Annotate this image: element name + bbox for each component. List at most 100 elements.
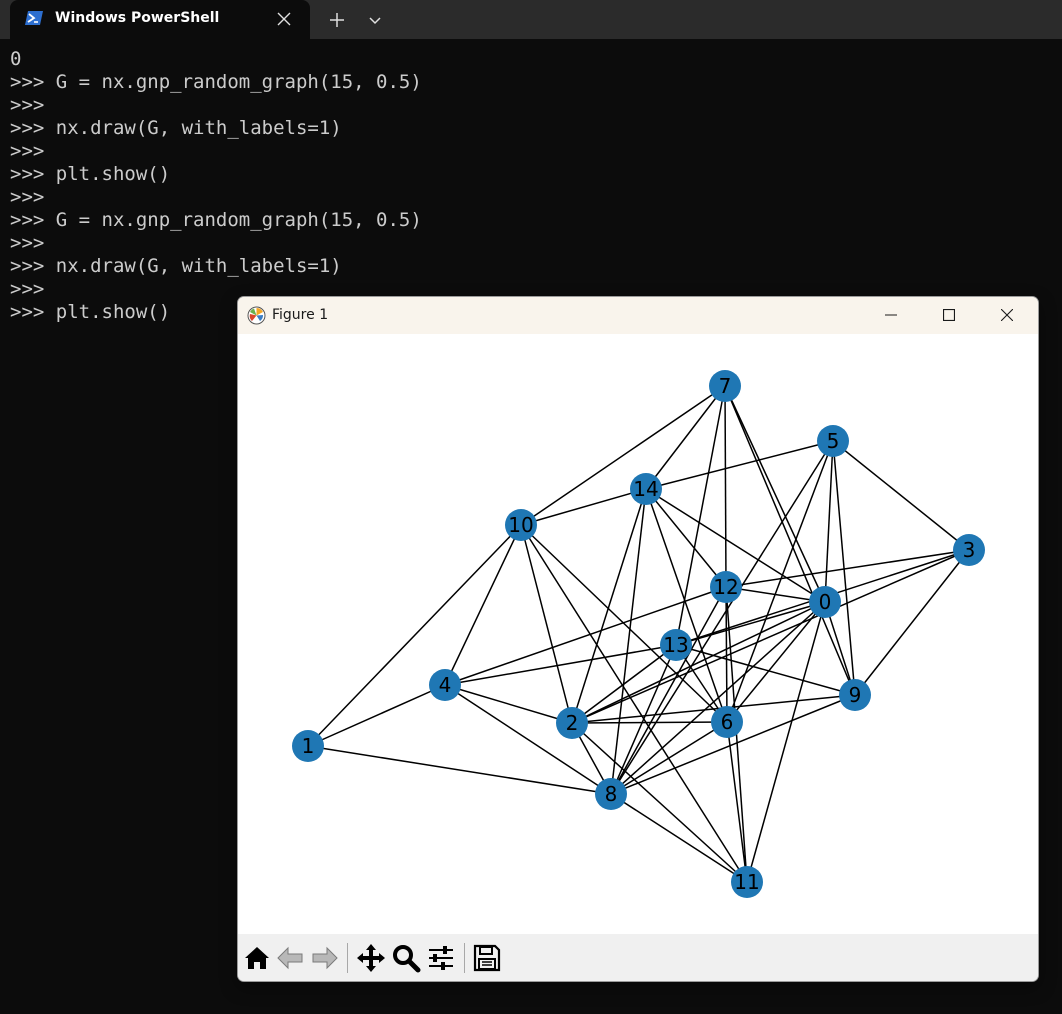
minimize-icon: [885, 314, 897, 316]
graph-edge-5-6: [726, 440, 834, 723]
graph-node-label: 7: [719, 374, 732, 398]
tab-title: Windows PowerShell: [55, 10, 220, 26]
toolbar-separator: [347, 943, 348, 973]
graph-node-label: 5: [827, 429, 840, 453]
graph-edge-13-9: [675, 644, 856, 696]
back-arrow-icon[interactable]: [275, 942, 307, 974]
terminal-line: >>> nx.draw(G, with_labels=1): [10, 117, 342, 139]
figure-window: Figure 1 0 1 2 3 4 5 6 7 8 9 10 11 12 13 14: [238, 297, 1038, 981]
graph-node-0: 0: [809, 586, 841, 618]
graph-edge-3-12: [725, 549, 970, 588]
graph-edge-14-12: [645, 488, 727, 588]
graph-node-8: 8: [595, 778, 627, 810]
graph-node-label: 4: [439, 673, 452, 697]
graph-edge-7-13: [675, 385, 726, 646]
close-button[interactable]: [984, 297, 1030, 334]
pan-icon[interactable]: [355, 942, 387, 974]
terminal-line: 0: [10, 48, 22, 70]
graph-node-label: 6: [721, 710, 734, 734]
graph-node-7: 7: [709, 370, 741, 402]
terminal-output[interactable]: 0 >>> G = nx.gnp_random_graph(15, 0.5) >…: [10, 48, 422, 324]
graph-node-label: 10: [508, 513, 533, 537]
graph-edge-5-0: [824, 440, 834, 603]
graph-node-label: 11: [734, 870, 759, 894]
graph-edge-2-6: [571, 721, 728, 724]
graph-edge-14-2: [571, 488, 647, 724]
graph-node-13: 13: [660, 629, 692, 661]
graph-node-4: 4: [429, 669, 461, 701]
graph-edge-10-1: [307, 524, 522, 747]
figure-title: Figure 1: [272, 307, 329, 323]
graph-edge-7-10: [520, 385, 726, 526]
graph-edge-0-2: [571, 601, 826, 724]
graph-node-label: 12: [713, 575, 738, 599]
terminal-line: >>>: [10, 94, 45, 116]
graph-edge-0-11: [746, 601, 826, 883]
terminal-line: >>> G = nx.gnp_random_graph(15, 0.5): [10, 209, 422, 231]
terminal-line: >>>: [10, 232, 45, 254]
graph-edge-1-8: [307, 745, 612, 795]
graph-edge-14-8: [610, 488, 647, 795]
graph-node-label: 0: [819, 590, 832, 614]
graph-node-label: 3: [963, 538, 976, 562]
figure-title-bar[interactable]: Figure 1: [238, 297, 1038, 334]
home-icon[interactable]: [241, 942, 273, 974]
graph-edge-10-2: [520, 524, 573, 724]
terminal-tab-bar: Windows PowerShell: [0, 0, 1062, 39]
graph-node-10: 10: [505, 509, 537, 541]
figure-toolbar: [238, 934, 1038, 981]
maximize-button[interactable]: [926, 297, 972, 334]
graph-node-label: 14: [633, 477, 658, 501]
graph-edge-14-10: [520, 488, 647, 526]
terminal-line: >>> G = nx.gnp_random_graph(15, 0.5): [10, 71, 422, 93]
graph-edge-5-14: [645, 440, 834, 490]
graph-edge-10-4: [444, 524, 522, 686]
terminal-line: >>> nx.draw(G, with_labels=1): [10, 255, 342, 277]
graph-edge-12-8: [610, 586, 727, 795]
nodes-layer: 01234567891011121314: [292, 370, 985, 898]
minimize-button[interactable]: [868, 297, 914, 334]
configure-subplots-icon[interactable]: [425, 942, 457, 974]
toolbar-separator: [464, 943, 465, 973]
graph-edge-3-2: [571, 549, 970, 724]
graph-edge-4-8: [444, 684, 612, 795]
save-icon[interactable]: [471, 942, 503, 974]
powershell-icon: [24, 10, 44, 26]
graph-node-5: 5: [817, 425, 849, 457]
terminal-line: >>>: [10, 140, 45, 162]
graph-edge-0-13: [675, 601, 826, 646]
graph-node-label: 8: [605, 782, 618, 806]
graph-edge-4-1: [307, 684, 446, 747]
close-icon: [1001, 309, 1013, 321]
close-icon[interactable]: [276, 11, 292, 27]
graph-edge-8-11: [610, 793, 748, 883]
graph-node-14: 14: [630, 473, 662, 505]
graph-edge-7-12: [724, 385, 727, 588]
network-graph: 01234567891011121314: [292, 370, 985, 898]
graph-edge-7-14: [645, 385, 726, 490]
edges-layer: [307, 385, 970, 883]
graph-node-3: 3: [953, 534, 985, 566]
graph-node-1: 1: [292, 730, 324, 762]
graph-edge-6-8: [610, 721, 728, 795]
graph-edge-3-9: [854, 549, 970, 696]
graph-node-11: 11: [731, 866, 763, 898]
tab-windows-powershell[interactable]: Windows PowerShell: [10, 0, 310, 39]
graph-edge-0-6: [726, 601, 826, 723]
terminal-line: >>> plt.show(): [10, 163, 171, 185]
chevron-down-icon[interactable]: [364, 9, 386, 31]
graph-node-2: 2: [556, 707, 588, 739]
graph-node-9: 9: [839, 679, 871, 711]
graph-edge-5-3: [832, 440, 970, 551]
forward-arrow-icon[interactable]: [308, 942, 340, 974]
graph-edge-4-2: [444, 684, 573, 724]
matplotlib-icon: [247, 306, 266, 325]
graph-node-label: 1: [302, 734, 315, 758]
zoom-icon[interactable]: [390, 942, 422, 974]
graph-node-label: 2: [566, 711, 579, 735]
figure-canvas[interactable]: 0 1 2 3 4 5 6 7 8 9 10 11 12 13 14: [238, 334, 1038, 934]
graph-node-6: 6: [711, 706, 743, 738]
graph-node-label: 9: [849, 683, 862, 707]
graph-edge-10-6: [520, 524, 728, 723]
new-tab-plus-icon[interactable]: [326, 9, 348, 31]
